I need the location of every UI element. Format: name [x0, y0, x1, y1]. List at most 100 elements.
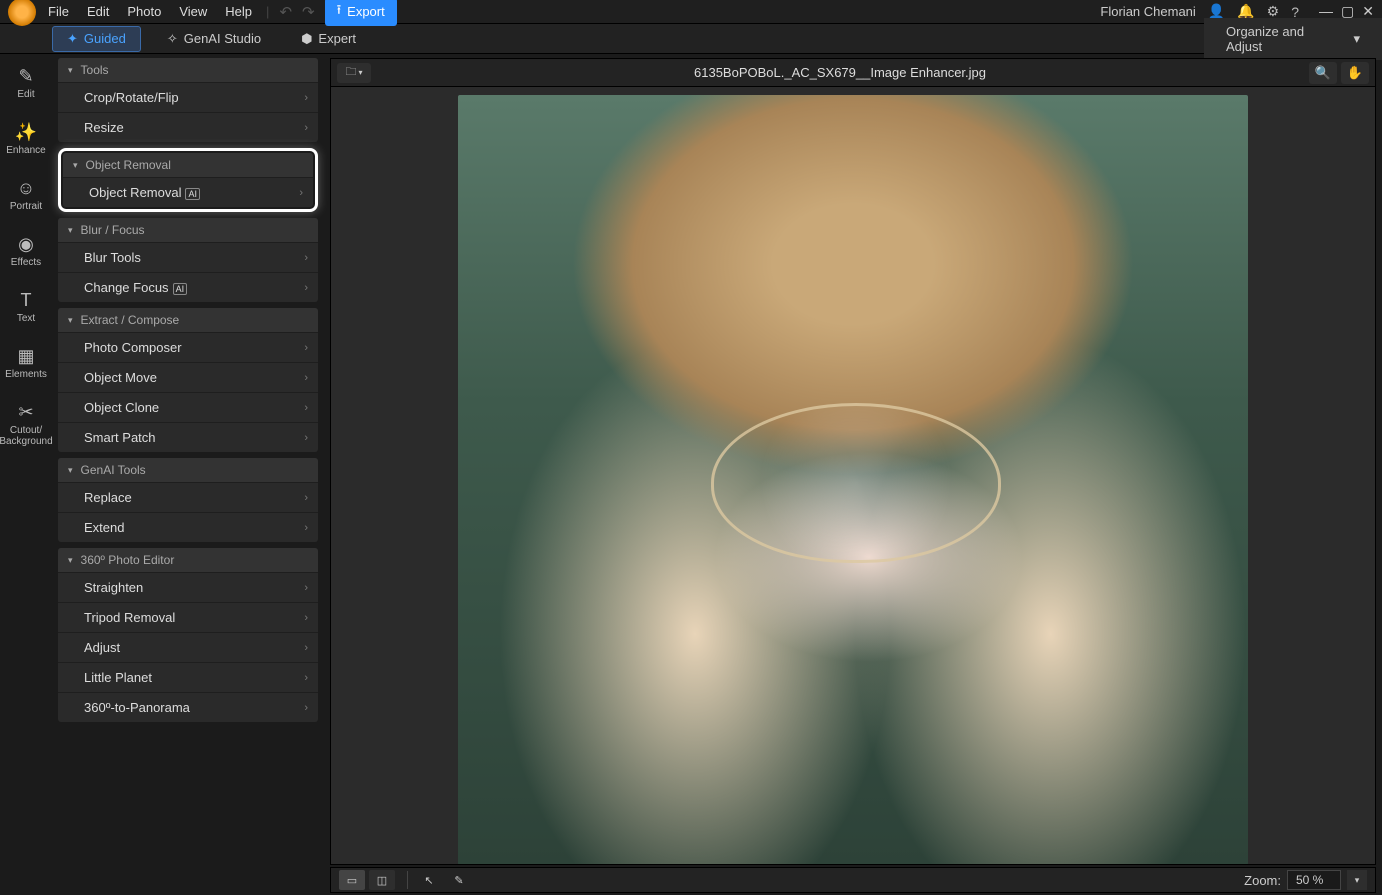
- zoom-value[interactable]: 50 %: [1287, 870, 1341, 890]
- user-name[interactable]: Florian Chemani: [1100, 4, 1195, 19]
- item-straighten[interactable]: Straighten›: [58, 572, 318, 602]
- item-clone-label: Object Clone: [84, 400, 159, 415]
- chevron-right-icon: ›: [304, 122, 308, 134]
- cat-tools: Tools Crop/Rotate/Flip › Resize›: [58, 58, 318, 142]
- item-clone[interactable]: Object Clone ›: [58, 392, 318, 422]
- organize-label: Organize and Adjust: [1226, 24, 1339, 54]
- side-effects[interactable]: ◉Effects: [0, 232, 52, 270]
- export-label: Export: [347, 4, 385, 19]
- pan-tool[interactable]: ✋: [1341, 62, 1369, 84]
- mode-genai-studio[interactable]: ✧ GenAI Studio: [153, 27, 275, 51]
- item-extend[interactable]: Extend›: [58, 512, 318, 542]
- item-pano[interactable]: 360º-to-Panorama›: [58, 692, 318, 722]
- menu-help[interactable]: Help: [225, 4, 252, 19]
- side-enhance[interactable]: ✨Enhance: [0, 120, 52, 158]
- organize-dropdown[interactable]: Organize and Adjust ▾: [1204, 18, 1382, 60]
- view-single[interactable]: ▭: [339, 870, 365, 890]
- menu-file[interactable]: File: [48, 4, 69, 19]
- item-resize[interactable]: Resize›: [58, 112, 318, 142]
- item-replace-label: Replace: [84, 490, 132, 505]
- mode-studio-label: GenAI Studio: [184, 31, 261, 46]
- view-split[interactable]: ◫: [369, 870, 395, 890]
- side-edit-label: Edit: [17, 89, 34, 100]
- zoom-dropdown[interactable]: ▾: [1347, 870, 1367, 890]
- hand-icon: ✋: [1347, 65, 1363, 81]
- item-replace[interactable]: Replace›: [58, 482, 318, 512]
- history-controls: | ↶ ↷ ⭱ Export: [266, 0, 397, 26]
- menu-items: File Edit Photo View Help: [48, 4, 252, 19]
- side-edit[interactable]: ✎ Edit: [0, 64, 52, 102]
- item-move[interactable]: Object Move›: [58, 362, 318, 392]
- item-crop-label: Crop/Rotate/Flip: [84, 90, 179, 105]
- edit-icon: ✎: [18, 66, 33, 87]
- cat-genai-hdr[interactable]: GenAI Tools: [58, 458, 318, 482]
- cat-360: 360º Photo Editor Straighten› Tripod Rem…: [58, 548, 318, 722]
- menu-edit[interactable]: Edit: [87, 4, 109, 19]
- eyedropper-tool[interactable]: ✎: [446, 870, 472, 890]
- zoom-tool[interactable]: 🔍: [1309, 62, 1337, 84]
- chevron-right-icon: ›: [304, 402, 308, 414]
- cursor-tool[interactable]: ↖: [416, 870, 442, 890]
- wand-icon: ✦: [67, 31, 78, 47]
- item-patch[interactable]: Smart Patch›: [58, 422, 318, 452]
- canvas-area: 🗀▾ 6135BoPOBoL._AC_SX679__Image Enhancer…: [330, 58, 1376, 865]
- menu-photo[interactable]: Photo: [127, 4, 161, 19]
- item-crop[interactable]: Crop/Rotate/Flip ›: [58, 82, 318, 112]
- cat-extract-hdr[interactable]: Extract / Compose: [58, 308, 318, 332]
- caret-down-icon: ▾: [358, 68, 362, 77]
- mode-guided-label: Guided: [84, 31, 126, 46]
- chevron-right-icon: ›: [304, 92, 308, 104]
- side-effects-label: Effects: [11, 257, 41, 268]
- zoom-label: Zoom:: [1244, 873, 1281, 888]
- side-text[interactable]: T Text: [0, 288, 52, 326]
- side-enhance-label: Enhance: [6, 145, 45, 156]
- cat-objrem-hdr[interactable]: Object Removal: [63, 153, 313, 177]
- item-object-removal[interactable]: Object RemovalAI ›: [63, 177, 313, 207]
- item-tripod[interactable]: Tripod Removal›: [58, 602, 318, 632]
- item-adjust-label: Adjust: [84, 640, 120, 655]
- status-bar: ▭ ◫ ↖ ✎ Zoom: 50 % ▾: [330, 867, 1376, 893]
- item-adjust[interactable]: Adjust ›: [58, 632, 318, 662]
- undo-icon: ↶: [279, 3, 292, 21]
- side-portrait[interactable]: ☺Portrait: [0, 176, 52, 214]
- cat-tools-hdr[interactable]: Tools: [58, 58, 318, 82]
- item-blur-tools[interactable]: Blur Tools ›: [58, 242, 318, 272]
- cube-icon: ⬢: [301, 31, 312, 47]
- menu-view[interactable]: View: [179, 4, 207, 19]
- cutout-icon: ✂: [18, 402, 33, 423]
- item-planet[interactable]: Little Planet›: [58, 662, 318, 692]
- ai-badge-icon: AI: [173, 283, 188, 295]
- item-composer-label: Photo Composer: [84, 340, 182, 355]
- side-strip: ✎Edit ✨Enhance ☺Portrait ◉Effects TText …: [0, 54, 52, 449]
- canvas-viewport[interactable]: [331, 87, 1375, 864]
- canvas-tools: 🔍 ✋: [1309, 62, 1369, 84]
- app-logo[interactable]: [8, 0, 36, 26]
- item-composer[interactable]: Photo Composer›: [58, 332, 318, 362]
- mode-expert[interactable]: ⬢ Expert: [287, 27, 370, 51]
- cat-object-removal: Object Removal Object RemovalAI ›: [63, 153, 313, 207]
- photo-content: [458, 95, 1248, 864]
- split-view-icon: ◫: [377, 874, 387, 887]
- chevron-right-icon: ›: [304, 642, 308, 654]
- cat-blur-hdr[interactable]: Blur / Focus: [58, 218, 318, 242]
- chevron-right-icon: ›: [304, 282, 308, 294]
- folder-button[interactable]: 🗀▾: [337, 63, 371, 83]
- side-cutout[interactable]: ✂Cutout/ Background: [0, 400, 52, 449]
- chevron-right-icon: ›: [304, 252, 308, 264]
- cursor-icon: ↖: [424, 874, 433, 887]
- single-view-icon: ▭: [347, 874, 357, 887]
- side-elements[interactable]: ▦Elements: [0, 344, 52, 382]
- menubar: File Edit Photo View Help | ↶ ↷ ⭱ Export…: [0, 0, 1382, 24]
- item-change-focus[interactable]: Change FocusAI›: [58, 272, 318, 302]
- item-straighten-label: Straighten: [84, 580, 143, 595]
- text-icon: T: [21, 290, 32, 311]
- side-text-label: Text: [17, 313, 35, 324]
- mode-guided[interactable]: ✦ Guided: [52, 26, 141, 52]
- elements-icon: ▦: [17, 346, 34, 367]
- item-blur-label: Blur Tools: [84, 250, 141, 265]
- cat-360-hdr[interactable]: 360º Photo Editor: [58, 548, 318, 572]
- item-patch-label: Smart Patch: [84, 430, 156, 445]
- chevron-right-icon: ›: [304, 612, 308, 624]
- export-button[interactable]: ⭱ Export: [325, 0, 397, 26]
- ai-badge-icon: AI: [185, 188, 200, 200]
